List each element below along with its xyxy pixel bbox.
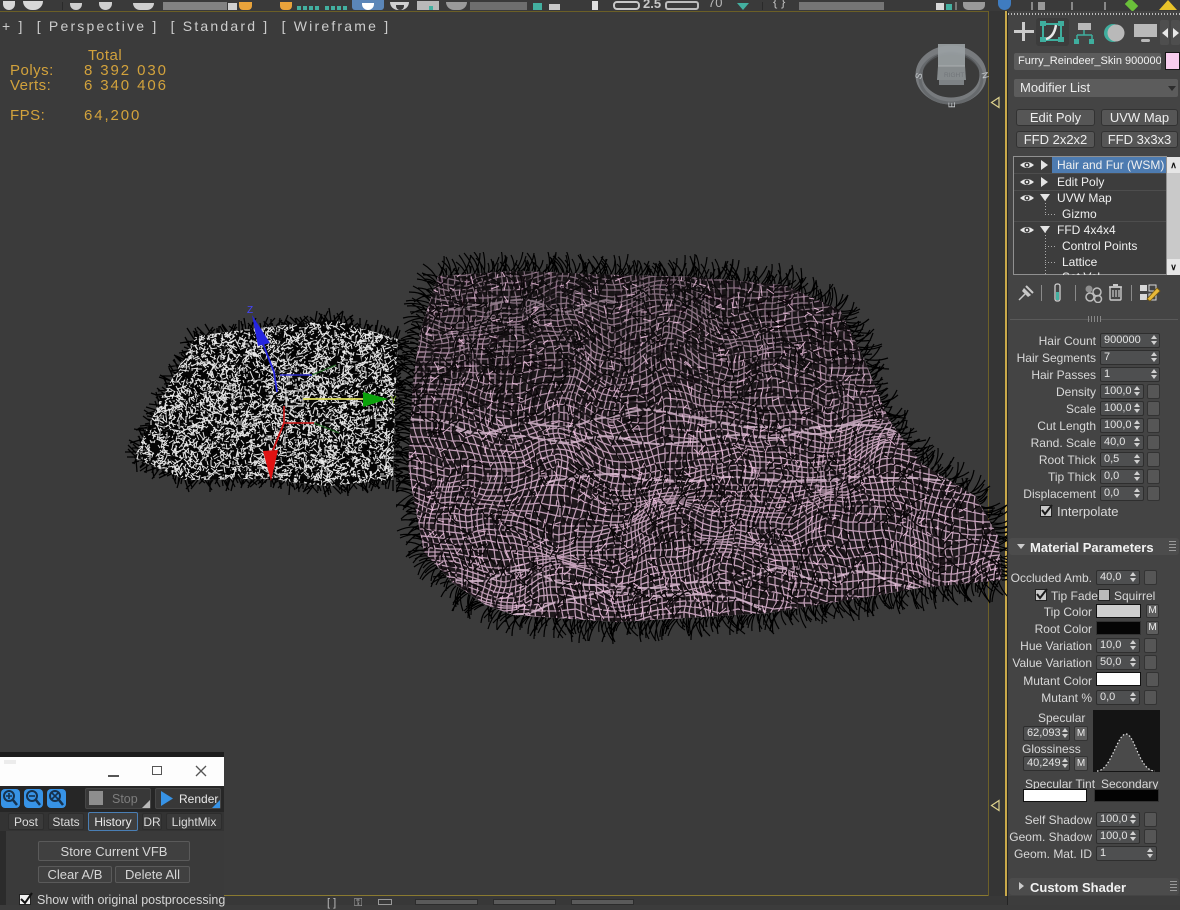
svg-text:Y: Y: [390, 395, 397, 406]
svg-text:N: N: [979, 71, 990, 80]
svg-text:Z: Z: [247, 305, 253, 316]
svg-text:RIGHT: RIGHT: [944, 72, 964, 79]
svg-text:S: S: [913, 72, 924, 80]
svg-text:E: E: [947, 102, 957, 108]
